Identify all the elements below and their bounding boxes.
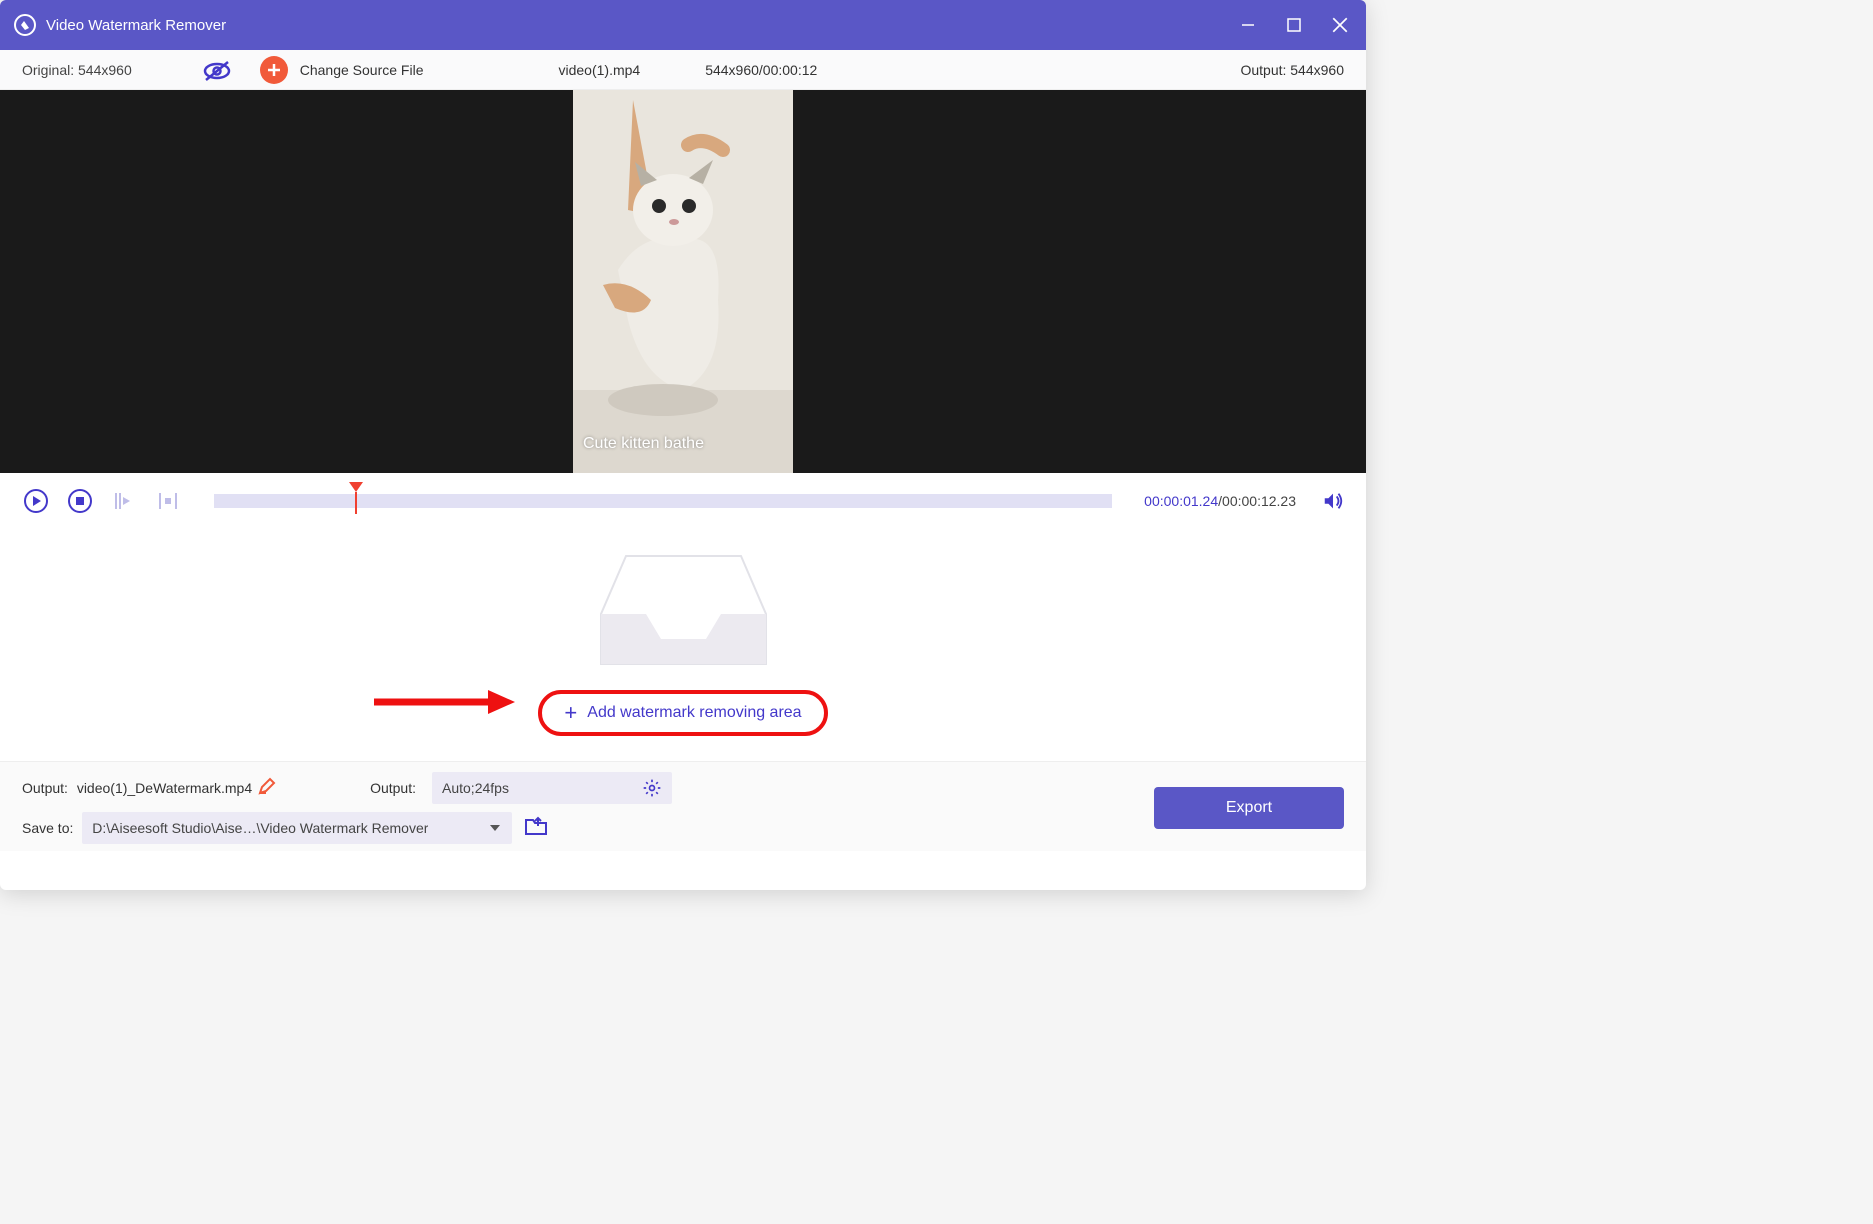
timeline-slider[interactable] bbox=[214, 494, 1112, 508]
watermark-overlay-text: Cute kitten bathe bbox=[583, 435, 704, 453]
export-button[interactable]: Export bbox=[1154, 787, 1344, 829]
settings-gear-icon[interactable] bbox=[642, 778, 662, 798]
video-frame[interactable]: Cute kitten bathe bbox=[573, 90, 793, 473]
source-dimensions-time: 544x960/00:00:12 bbox=[705, 62, 817, 78]
add-source-button[interactable] bbox=[260, 56, 288, 84]
stop-button[interactable] bbox=[66, 487, 94, 515]
output-file-label: Output: bbox=[22, 780, 68, 796]
watermark-dropzone: name + Add watermark removing area bbox=[0, 529, 1366, 761]
original-dimensions-label: Original: 544x960 bbox=[22, 62, 132, 78]
output-dimensions-label: Output: 544x960 bbox=[1240, 62, 1344, 78]
arrow-annotation-icon bbox=[370, 687, 520, 717]
timecode: 00:00:01.24/00:00:12.23 bbox=[1144, 493, 1296, 509]
open-folder-button[interactable] bbox=[524, 816, 548, 841]
app-title: Video Watermark Remover bbox=[46, 17, 1236, 34]
set-start-button[interactable] bbox=[110, 487, 138, 515]
volume-button[interactable] bbox=[1322, 490, 1344, 512]
info-bar: Original: 544x960 Change Source File vid… bbox=[0, 50, 1366, 90]
bottom-bar: Output: video(1)_DeWatermark.mp4 Output:… bbox=[0, 761, 1366, 851]
output-format-value: Auto;24fps bbox=[442, 780, 509, 796]
titlebar: Video Watermark Remover bbox=[0, 0, 1366, 50]
source-filename: video(1).mp4 bbox=[559, 62, 641, 78]
chevron-down-icon bbox=[488, 821, 502, 835]
output-format-selector[interactable]: Auto;24fps bbox=[432, 772, 672, 804]
player-controls: 00:00:01.24/00:00:12.23 bbox=[0, 473, 1366, 529]
total-time: /00:00:12.23 bbox=[1218, 493, 1296, 509]
output-format-label: Output: bbox=[362, 780, 432, 796]
save-path-selector[interactable]: D:\Aiseesoft Studio\Aise…\Video Watermar… bbox=[82, 812, 512, 844]
plus-icon: + bbox=[564, 702, 577, 724]
playhead-icon[interactable] bbox=[349, 482, 363, 496]
save-path-value: D:\Aiseesoft Studio\Aise…\Video Watermar… bbox=[92, 820, 428, 836]
current-time: 00:00:01.24 bbox=[1144, 493, 1218, 509]
change-source-label[interactable]: Change Source File bbox=[300, 62, 424, 78]
close-button[interactable] bbox=[1328, 13, 1352, 37]
add-watermark-area-button[interactable]: + Add watermark removing area bbox=[538, 690, 827, 736]
hide-original-icon[interactable] bbox=[202, 60, 230, 80]
empty-tray-icon: name bbox=[596, 554, 771, 672]
rename-output-button[interactable] bbox=[258, 777, 276, 800]
play-button[interactable] bbox=[22, 487, 50, 515]
output-filename: video(1)_DeWatermark.mp4 bbox=[77, 780, 252, 796]
save-to-label: Save to: bbox=[22, 820, 73, 836]
video-preview-area: Cute kitten bathe bbox=[0, 90, 1366, 473]
maximize-button[interactable] bbox=[1282, 13, 1306, 37]
app-window: Video Watermark Remover Original: 544x96… bbox=[0, 0, 1366, 890]
app-logo-icon bbox=[14, 14, 36, 36]
set-end-button[interactable] bbox=[154, 487, 182, 515]
add-watermark-area-label: Add watermark removing area bbox=[587, 704, 801, 722]
minimize-button[interactable] bbox=[1236, 13, 1260, 37]
